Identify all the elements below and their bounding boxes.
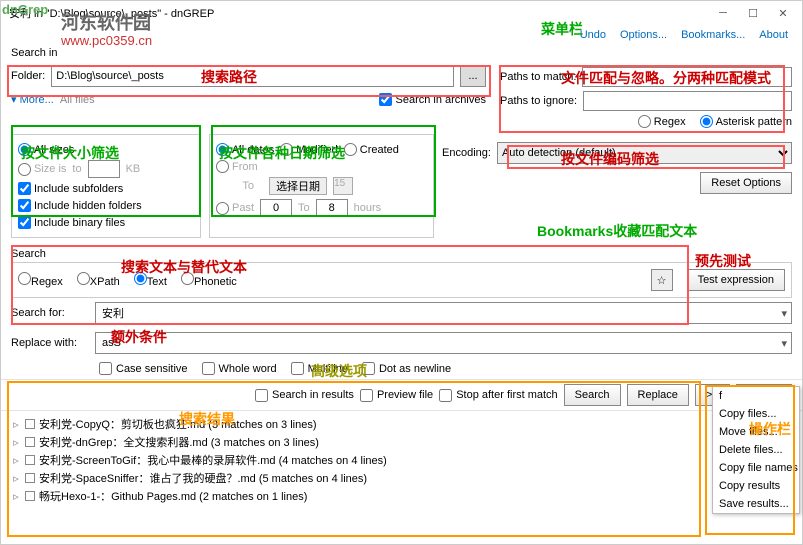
replace-with-input[interactable]: asS (95, 332, 792, 354)
paths-match-input[interactable] (582, 67, 792, 87)
include-binary[interactable]: Include binary files (18, 216, 125, 229)
created-radio[interactable]: Created (344, 143, 399, 156)
folder-label: Folder: (11, 70, 45, 82)
minimize-button[interactable]: ─ (708, 3, 738, 23)
from-radio[interactable]: From (216, 160, 258, 173)
include-subfolders[interactable]: Include subfolders (18, 182, 123, 195)
context-menu: f Copy files... Move files... Delete fil… (712, 386, 800, 514)
close-button[interactable]: ✕ (768, 3, 798, 23)
type-xpath[interactable]: XPath (77, 272, 120, 288)
ctx-copy-files[interactable]: Copy files... (713, 405, 799, 423)
paths-match-label: Paths to match: (500, 71, 576, 83)
browse-button[interactable]: ... (460, 65, 486, 87)
folder-input[interactable] (51, 65, 454, 87)
menu-bookmarks[interactable]: Bookmarks... (681, 29, 745, 41)
whole-word[interactable]: Whole word (202, 362, 277, 375)
date-filter-group: All dates Modified Created From To 选择日期1… (209, 134, 434, 238)
star-icon: ☆ (657, 274, 667, 287)
past-from[interactable] (260, 199, 292, 217)
stop-after-first[interactable]: Stop after first match (439, 389, 557, 402)
paths-ignore-label: Paths to ignore: (500, 95, 577, 107)
result-item[interactable]: ▹安利党-CopyQ：剪切板也疯狂.md (3 matches on 3 lin… (11, 415, 792, 433)
case-sensitive[interactable]: Case sensitive (99, 362, 188, 375)
replace-button[interactable]: Replace (627, 384, 689, 406)
test-expression-button[interactable]: Test expression (687, 269, 785, 291)
app-logo: dnGrep (2, 2, 48, 17)
encoding-select[interactable]: Auto detection (default) (497, 142, 792, 164)
replace-with-label: Replace with: (11, 337, 89, 349)
result-item[interactable]: ▹安利党-SpaceSniffer：谁占了我的硬盘？.md (5 matches… (11, 469, 792, 487)
size-to-input[interactable] (88, 160, 120, 178)
past-radio[interactable]: Past (216, 202, 254, 215)
menu-options[interactable]: Options... (620, 29, 667, 41)
date-picker[interactable]: 选择日期 (269, 177, 327, 195)
size-filter-group: All sizes Size istoKB Include subfolders… (11, 134, 201, 238)
search-section-label: Search (11, 246, 792, 262)
preview-file[interactable]: Preview file (360, 389, 433, 402)
ctx-move-files[interactable]: Move files... (713, 423, 799, 441)
dot-newline[interactable]: Dot as newline (362, 362, 451, 375)
ctx-f[interactable]: f (713, 387, 799, 405)
type-phonetic[interactable]: Phonetic (181, 272, 237, 288)
past-to[interactable] (316, 199, 348, 217)
size-is-radio[interactable]: Size is (18, 163, 66, 176)
path-mode-asterisk[interactable]: Asterisk pattern (700, 115, 792, 128)
ctx-delete-files[interactable]: Delete files... (713, 441, 799, 459)
include-hidden[interactable]: Include hidden folders (18, 199, 142, 212)
all-files-label: All files (60, 94, 95, 106)
paths-ignore-input[interactable] (583, 91, 792, 111)
all-dates-radio[interactable]: All dates (216, 143, 274, 156)
ctx-save-results[interactable]: Save results... (713, 495, 799, 513)
menu-about[interactable]: About (759, 29, 788, 41)
search-button[interactable]: Search (564, 384, 621, 406)
menu-undo[interactable]: Undo (580, 29, 606, 41)
type-regex[interactable]: Regex (18, 272, 63, 288)
path-mode-regex[interactable]: Regex (638, 115, 686, 128)
type-text[interactable]: Text (134, 272, 167, 288)
results-panel: ▹安利党-CopyQ：剪切板也疯狂.md (3 matches on 3 lin… (1, 411, 802, 539)
search-in-results[interactable]: Search in results (255, 389, 354, 402)
search-for-input[interactable]: 安利 (95, 302, 792, 324)
search-for-label: Search for: (11, 307, 89, 319)
multiline[interactable]: Multiline (291, 362, 348, 375)
more-toggle[interactable]: ▾ More... (11, 93, 54, 106)
maximize-button[interactable]: ☐ (738, 3, 768, 23)
reset-options-button[interactable]: Reset Options (700, 172, 792, 194)
result-item[interactable]: ▹安利党-dnGrep：全文搜索利器.md (3 matches on 3 li… (11, 433, 792, 451)
all-sizes-radio[interactable]: All sizes (18, 143, 74, 156)
modified-radio[interactable]: Modified (280, 143, 338, 156)
result-item[interactable]: ▹畅玩Hexo-1-：Github Pages.md (2 matches on… (11, 487, 792, 505)
bookmark-star-button[interactable]: ☆ (651, 269, 673, 291)
ctx-copy-names[interactable]: Copy file names (713, 459, 799, 477)
encoding-label: Encoding: (442, 147, 491, 159)
brand-name: 河东软件园 (61, 9, 151, 35)
brand-url: www.pc0359.cn (61, 33, 152, 48)
search-archives-checkbox[interactable]: Search in archives (379, 93, 487, 106)
ctx-copy-results[interactable]: Copy results (713, 477, 799, 495)
result-item[interactable]: ▹安利党-ScreenToGif：我心中最棒的录屏软件.md (4 matche… (11, 451, 792, 469)
